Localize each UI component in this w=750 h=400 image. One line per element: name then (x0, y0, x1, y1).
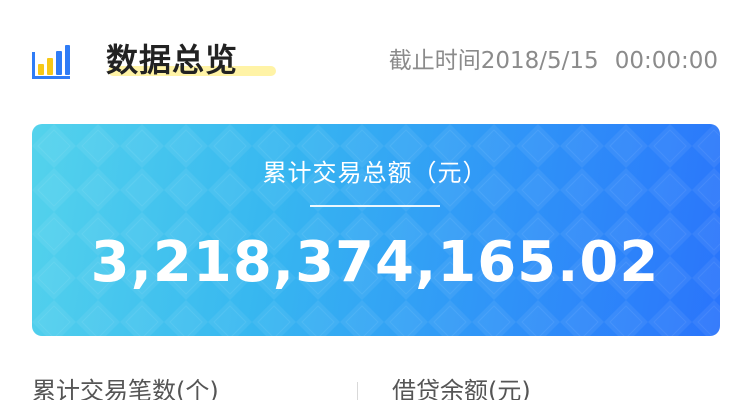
deadline-time: 00:00:00 (614, 48, 718, 74)
page-title-wrap: 数据总览 (106, 40, 276, 80)
total-amount-label: 累计交易总额（元） (262, 159, 488, 187)
stat-loan-balance-label: 借贷余额(元) (392, 377, 531, 400)
deadline-label: 截止时间 (388, 48, 481, 74)
page-title: 数据总览 (106, 41, 239, 79)
page: 数据总览 截止时间2018/5/15 00:00:00 累计交易总额（元） 3,2… (0, 0, 750, 400)
card-divider (310, 205, 440, 207)
total-amount-value: 3,218,374,165.02 (90, 230, 660, 295)
deadline-date: 2018/5/15 (480, 48, 599, 74)
stat-transaction-count-label: 累计交易笔数(个) (32, 377, 219, 400)
stat-divider (357, 382, 358, 400)
bar-chart-icon (32, 45, 70, 79)
deadline: 截止时间2018/5/15 00:00:00 (389, 46, 718, 76)
